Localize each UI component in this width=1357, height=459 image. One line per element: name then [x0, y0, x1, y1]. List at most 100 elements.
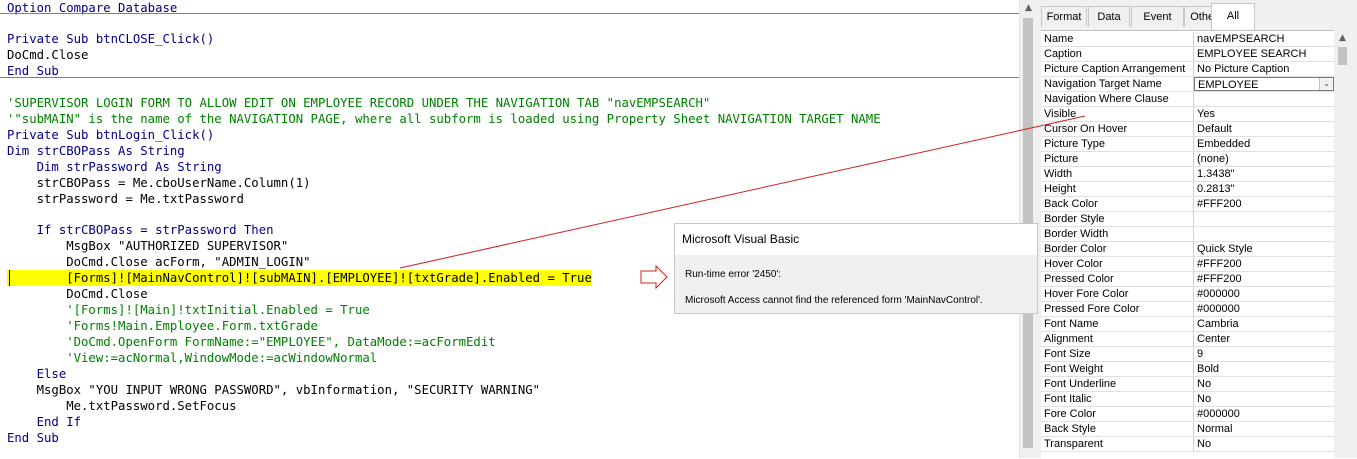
property-value[interactable]: EMPLOYEE ⌄ [1194, 77, 1334, 91]
chevron-up-icon[interactable]: ▲ [1020, 0, 1037, 17]
property-row[interactable]: Transparent No [1041, 437, 1334, 452]
property-scrollbar-thumb[interactable] [1338, 47, 1347, 65]
property-value[interactable]: #FFF200 [1194, 272, 1334, 286]
property-row[interactable]: Back Style Normal [1041, 422, 1334, 437]
property-value[interactable]: No Picture Caption [1194, 62, 1334, 76]
code-line: MsgBox "AUTHORIZED SUPERVISOR" [7, 239, 289, 253]
property-value-text: (none) [1197, 153, 1229, 165]
property-value[interactable]: No [1194, 392, 1334, 406]
property-row[interactable]: Caption EMPLOYEE SEARCH [1041, 47, 1334, 62]
code-line: 'Forms!Main.Employee.Form.txtGrade [7, 319, 318, 333]
code-line: DoCmd.Close [7, 287, 148, 301]
property-value[interactable]: No [1194, 437, 1334, 451]
property-value-text: Default [1197, 123, 1232, 135]
property-row[interactable]: Picture Caption Arrangement No Picture Ca… [1041, 62, 1334, 77]
property-value[interactable]: 9 [1194, 347, 1334, 361]
tab-all[interactable]: All [1211, 3, 1255, 30]
property-row[interactable]: Navigation Where Clause [1041, 92, 1334, 107]
property-value[interactable]: #000000 [1194, 287, 1334, 301]
dialog-body: Run-time error '2450': Microsoft Access … [675, 255, 1037, 313]
property-name: Border Style [1041, 212, 1194, 226]
tab-format[interactable]: Format [1041, 6, 1087, 27]
property-row[interactable]: Hover Color #FFF200 [1041, 257, 1334, 272]
property-name: Border Color [1041, 242, 1194, 256]
property-name: Hover Color [1041, 257, 1194, 271]
chevron-up-icon[interactable]: ▲ [1334, 30, 1351, 47]
chevron-down-icon[interactable]: ⌄ [1319, 78, 1333, 90]
property-value[interactable]: 1.3438" [1194, 167, 1334, 181]
property-value[interactable]: Yes [1194, 107, 1334, 121]
property-value[interactable]: #000000 [1194, 407, 1334, 421]
property-row[interactable]: Cursor On Hover Default [1041, 122, 1334, 137]
property-row[interactable]: Height 0.2813" [1041, 182, 1334, 197]
property-name: Caption [1041, 47, 1194, 61]
property-row[interactable]: Hover Fore Color #000000 [1041, 287, 1334, 302]
property-value-text: EMPLOYEE [1198, 79, 1259, 91]
property-value-text: #FFF200 [1197, 258, 1242, 270]
property-row[interactable]: Visible Yes [1041, 107, 1334, 122]
property-row[interactable]: Border Style [1041, 212, 1334, 227]
property-row[interactable]: Fore Color #000000 [1041, 407, 1334, 422]
property-row[interactable]: Font Size 9 [1041, 347, 1334, 362]
property-value-text: Embedded [1197, 138, 1251, 150]
property-row[interactable]: Navigation Target Name EMPLOYEE ⌄ [1041, 77, 1334, 92]
property-row[interactable]: Font Italic No [1041, 392, 1334, 407]
property-value-text: Cambria [1197, 318, 1239, 330]
tab-event[interactable]: Event [1131, 6, 1184, 27]
property-value-text: Yes [1197, 108, 1215, 120]
property-row[interactable]: Alignment Center [1041, 332, 1334, 347]
code-line: Me.txtPassword.SetFocus [7, 399, 237, 413]
property-row[interactable]: Pressed Color #FFF200 [1041, 272, 1334, 287]
property-value[interactable]: Quick Style [1194, 242, 1334, 256]
property-value[interactable]: Normal [1194, 422, 1334, 436]
property-tabs: Format Data Event Other All [1041, 0, 1357, 30]
property-name: Border Width [1041, 227, 1194, 241]
property-name: Font Size [1041, 347, 1194, 361]
property-scrollbar[interactable]: ▲ [1334, 30, 1351, 458]
property-value[interactable]: Default [1194, 122, 1334, 136]
property-value-text: 1.3438" [1197, 168, 1235, 180]
code-line: End Sub [7, 431, 59, 445]
property-value[interactable]: Cambria [1194, 317, 1334, 331]
property-value[interactable] [1194, 92, 1334, 106]
property-value-text: #000000 [1197, 288, 1240, 300]
property-value-text: No Picture Caption [1197, 63, 1290, 75]
property-row[interactable]: Border Color Quick Style [1041, 242, 1334, 257]
property-value[interactable]: No [1194, 377, 1334, 391]
property-value[interactable] [1194, 227, 1334, 241]
property-value[interactable]: (none) [1194, 152, 1334, 166]
property-row[interactable]: Border Width [1041, 227, 1334, 242]
property-name: Picture [1041, 152, 1194, 166]
property-row[interactable]: Font Weight Bold [1041, 362, 1334, 377]
property-value-text: No [1197, 438, 1212, 450]
property-row[interactable]: Picture Type Embedded [1041, 137, 1334, 152]
property-value[interactable]: Center [1194, 332, 1334, 346]
property-row[interactable]: Width 1.3438" [1041, 167, 1334, 182]
property-value[interactable]: EMPLOYEE SEARCH [1194, 47, 1334, 61]
property-name: Back Color [1041, 197, 1194, 211]
property-value[interactable]: #FFF200 [1194, 197, 1334, 211]
property-value[interactable]: navEMPSEARCH [1194, 32, 1334, 46]
property-value-text: Center [1197, 333, 1231, 345]
property-value[interactable]: Embedded [1194, 137, 1334, 151]
property-row[interactable]: Font Name Cambria [1041, 317, 1334, 332]
property-value-text: navEMPSEARCH [1197, 33, 1285, 45]
property-value[interactable] [1194, 212, 1334, 226]
property-value-text: #FFF200 [1197, 198, 1242, 210]
property-value-text: #FFF200 [1197, 273, 1242, 285]
property-value[interactable]: Bold [1194, 362, 1334, 376]
error-dialog: Microsoft Visual Basic Run-time error '2… [674, 223, 1038, 314]
property-value[interactable]: #FFF200 [1194, 257, 1334, 271]
property-row[interactable]: Back Color #FFF200 [1041, 197, 1334, 212]
property-row[interactable]: Name navEMPSEARCH [1041, 32, 1334, 47]
property-row[interactable]: Picture (none) [1041, 152, 1334, 167]
code-line: '"subMAIN" is the name of the NAVIGATION… [7, 112, 881, 126]
property-value[interactable]: #000000 [1194, 302, 1334, 316]
property-row[interactable]: Font Underline No [1041, 377, 1334, 392]
property-value-text: 0.2813" [1197, 183, 1235, 195]
error-code: Run-time error '2450': [685, 269, 782, 280]
property-value[interactable]: 0.2813" [1194, 182, 1334, 196]
code-line: DoCmd.Close [7, 48, 89, 62]
property-row[interactable]: Pressed Fore Color #000000 [1041, 302, 1334, 317]
tab-data[interactable]: Data [1088, 6, 1130, 27]
